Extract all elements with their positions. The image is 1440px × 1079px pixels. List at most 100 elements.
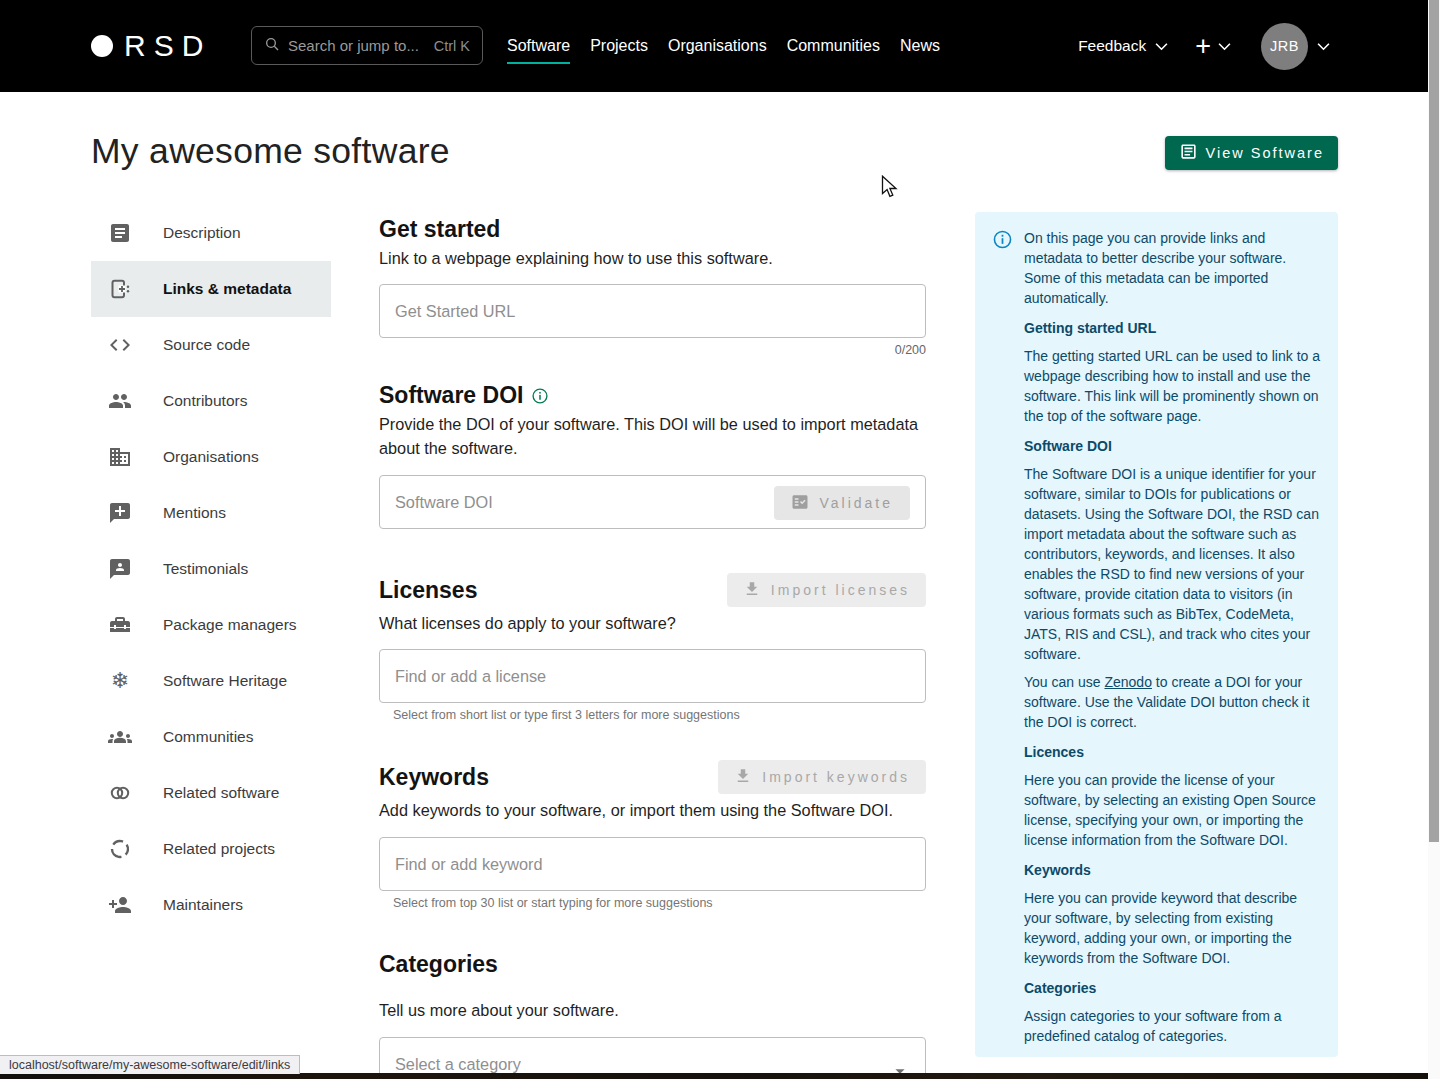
add-comment-icon <box>108 501 132 525</box>
business-icon <box>108 445 132 469</box>
nav-links: Software Projects Organisations Communit… <box>507 0 940 92</box>
char-counter: 0/200 <box>379 342 926 358</box>
info-intro: On this page you can provide links and m… <box>1024 228 1322 308</box>
status-bar-url: localhost/software/my-awesome-software/e… <box>0 1055 300 1074</box>
validate-doi-button[interactable]: Validate <box>774 486 910 520</box>
keyword-helper-text: Select from top 30 list or start typing … <box>379 895 926 911</box>
person-add-icon <box>108 893 132 917</box>
groups-icon <box>108 725 132 749</box>
info-heading-software-doi: Software DOI <box>1024 436 1322 456</box>
search-shortcut: Ctrl K <box>434 38 470 54</box>
download-icon <box>743 580 761 601</box>
menu-item-organisations[interactable]: Organisations <box>91 429 331 485</box>
info-panel-body: On this page you can provide links and m… <box>1024 228 1322 1054</box>
get-started-url-input[interactable]: Get Started URL <box>379 284 926 338</box>
nav-link-organisations[interactable]: Organisations <box>668 37 767 55</box>
chevron-down-icon <box>1155 42 1168 51</box>
menu-item-software-heritage[interactable]: ❄ Software Heritage <box>91 653 331 709</box>
info-icon <box>992 229 1013 250</box>
info-icon[interactable] <box>531 387 549 405</box>
menu-item-package-managers[interactable]: Package managers <box>91 597 331 653</box>
article-icon <box>108 221 132 245</box>
info-text-zenodo: You can use Zenodo to create a DOI for y… <box>1024 672 1322 732</box>
search-placeholder: Search or jump to... <box>288 37 426 54</box>
scrollbar-thumb[interactable] <box>1429 0 1439 842</box>
snowflake-icon: ❄ <box>108 669 132 693</box>
toolbox-icon <box>108 613 132 637</box>
info-text-getting-started: The getting started URL can be used to l… <box>1024 346 1322 426</box>
software-doi-heading: Software DOI <box>379 382 926 408</box>
import-licenses-button[interactable]: Import licenses <box>727 573 926 607</box>
search-icon <box>264 36 280 56</box>
view-software-button[interactable]: View Software <box>1165 136 1338 170</box>
info-text-software-doi: The Software DOI is a unique identifier … <box>1024 464 1322 664</box>
keywords-description: Add keywords to your software, or import… <box>379 798 926 822</box>
edit-note-icon <box>108 277 132 301</box>
nav-link-news[interactable]: News <box>900 37 940 55</box>
info-text-categories: Assign categories to your software from … <box>1024 1006 1322 1046</box>
menu-item-contributors[interactable]: Contributors <box>91 373 331 429</box>
feedback-label: Feedback <box>1078 37 1146 55</box>
get-started-heading: Get started <box>379 216 926 242</box>
keyword-input[interactable]: Find or add keyword <box>379 837 926 891</box>
chat-person-icon <box>108 557 132 581</box>
license-input[interactable]: Find or add a license <box>379 649 926 703</box>
nav-right: Feedback + JRB <box>1078 0 1330 92</box>
categories-heading: Categories <box>379 951 926 977</box>
licenses-heading: Licenses <box>379 577 477 603</box>
menu-item-related-software[interactable]: Related software <box>91 765 331 821</box>
info-heading-getting-started: Getting started URL <box>1024 318 1322 338</box>
software-doi-description: Provide the DOI of your software. This D… <box>379 412 926 460</box>
download-icon <box>734 767 752 788</box>
get-started-description: Link to a webpage explaining how to use … <box>379 246 926 270</box>
license-helper-text: Select from short list or type first 3 l… <box>379 707 926 723</box>
chevron-down-icon[interactable] <box>1317 42 1330 51</box>
menu-item-mentions[interactable]: Mentions <box>91 485 331 541</box>
menu-item-communities[interactable]: Communities <box>91 709 331 765</box>
avatar[interactable]: JRB <box>1261 23 1308 70</box>
nav-link-communities[interactable]: Communities <box>787 37 880 55</box>
nav-link-software[interactable]: Software <box>507 37 570 55</box>
software-doi-input[interactable]: Software DOI Validate <box>379 475 926 529</box>
join-circles-icon <box>108 781 132 805</box>
code-icon <box>108 333 132 357</box>
article-icon <box>1179 142 1198 164</box>
global-search-input[interactable]: Search or jump to... Ctrl K <box>251 26 483 65</box>
info-heading-categories: Categories <box>1024 978 1322 998</box>
menu-item-related-projects[interactable]: Related projects <box>91 821 331 877</box>
menu-item-testimonials[interactable]: Testimonials <box>91 541 331 597</box>
licenses-description: What licenses do apply to your software? <box>379 611 926 635</box>
rsd-logo-text: RSD <box>124 29 211 63</box>
edit-sections-menu: Description Links & metadata Source code… <box>91 205 331 933</box>
rsd-logo[interactable]: RSD <box>91 0 211 92</box>
plus-icon: + <box>1195 33 1211 60</box>
add-menu[interactable]: + <box>1195 33 1231 60</box>
zenodo-link[interactable]: Zenodo <box>1104 674 1151 690</box>
top-navbar: RSD Search or jump to... Ctrl K Software… <box>0 0 1440 92</box>
page: RSD Search or jump to... Ctrl K Software… <box>0 0 1440 1079</box>
categories-description: Tell us more about your software. <box>379 998 926 1022</box>
fact-check-icon <box>791 493 809 514</box>
info-heading-keywords: Keywords <box>1024 860 1322 880</box>
view-software-label: View Software <box>1206 145 1324 161</box>
nav-link-projects[interactable]: Projects <box>590 37 648 55</box>
menu-item-maintainers[interactable]: Maintainers <box>91 877 331 933</box>
people-icon <box>108 389 132 413</box>
menu-item-links-metadata[interactable]: Links & metadata <box>91 261 331 317</box>
info-heading-licences: Licences <box>1024 742 1322 762</box>
keywords-heading: Keywords <box>379 764 489 790</box>
info-text-licences: Here you can provide the license of your… <box>1024 770 1322 850</box>
feedback-menu[interactable]: Feedback <box>1078 37 1168 55</box>
scrollbar[interactable] <box>1428 0 1440 1079</box>
menu-item-source-code[interactable]: Source code <box>91 317 331 373</box>
links-metadata-form: Get started Link to a webpage explaining… <box>379 212 926 1079</box>
mouse-cursor <box>881 175 898 202</box>
page-title: My awesome software <box>91 131 450 172</box>
info-panel: On this page you can provide links and m… <box>975 212 1338 1057</box>
info-text-keywords: Here you can provide keyword that descri… <box>1024 888 1322 968</box>
import-keywords-button[interactable]: Import keywords <box>718 760 926 794</box>
rsd-logo-icon <box>91 35 113 57</box>
chevron-down-icon <box>1218 42 1231 51</box>
broken-circle-icon <box>108 837 132 861</box>
menu-item-description[interactable]: Description <box>91 205 331 261</box>
